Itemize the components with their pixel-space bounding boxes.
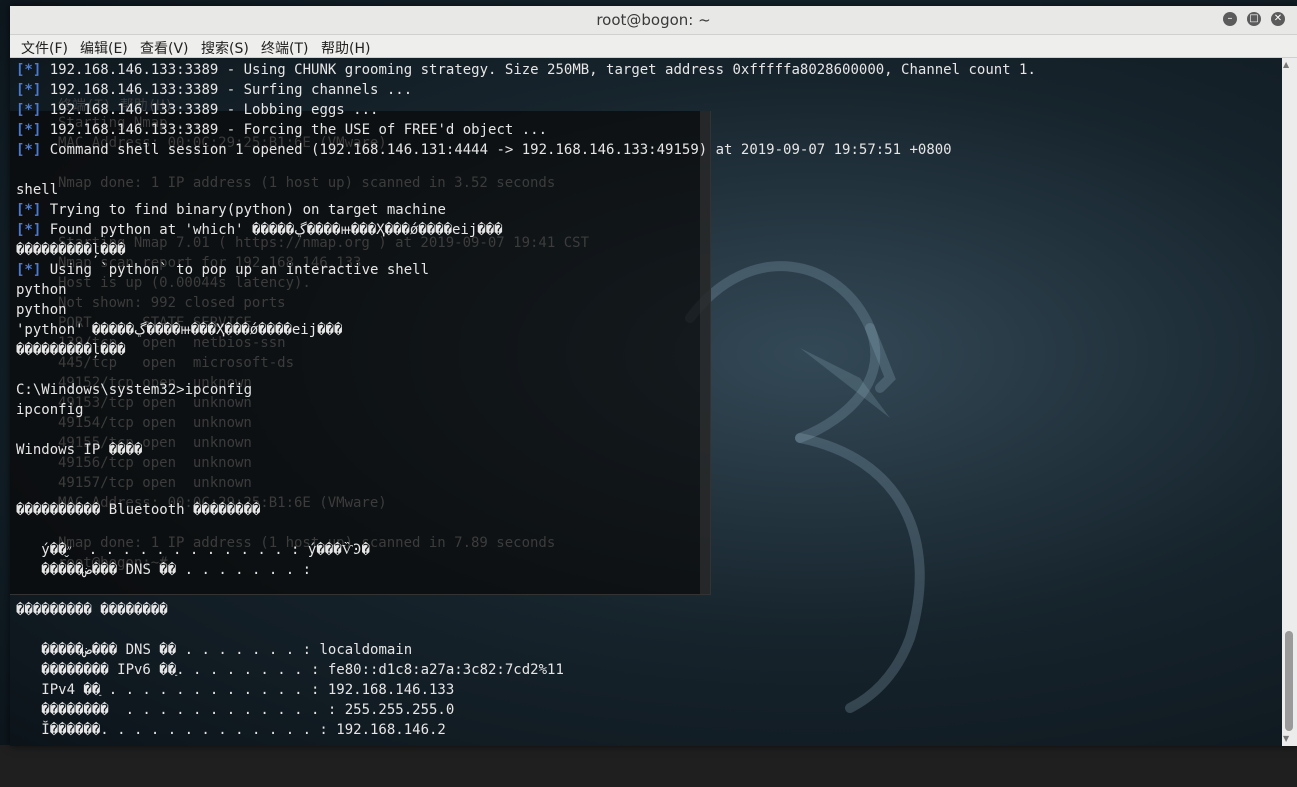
terminal-line: [*] Command shell session 1 opened (192.… xyxy=(16,140,952,160)
terminal-line-text: �������� . . . . . . . . . . . . : 255.2… xyxy=(16,702,454,718)
terminal-line: �������� IPv6 ��ַ. . . . . . . . : fe80:… xyxy=(16,660,564,680)
terminal-line-text: Ĭ������. . . . . . . . . . . . . : 192.1… xyxy=(16,722,446,738)
terminal-line-text: ���������ļ��� xyxy=(16,342,126,358)
terminal-line-text: 192.168.146.133:3389 - Lobbing eggs ... xyxy=(50,102,379,118)
terminal-output[interactable]: 终端(T) 帮助(H) Starting Nmap ... MAC Address:… xyxy=(10,58,1282,746)
terminal-line-text: shell xyxy=(16,182,58,198)
terminal-line-text: 192.168.146.133:3389 - Using CHUNK groom… xyxy=(50,62,1036,78)
terminal-line: ipconfig xyxy=(16,400,83,420)
terminal-line-text: C:\Windows\system32>ipconfig xyxy=(16,382,252,398)
window-title: root@bogon: ~ xyxy=(10,11,1297,29)
desktop-bottom-bar xyxy=(0,745,1297,787)
terminal-line-text: 'python' �����ڲ����ⲿ���Ҳ���ǿ����еij��� xyxy=(16,322,342,338)
terminal-line: C:\Windows\system32>ipconfig xyxy=(16,380,252,400)
terminal-line: [*] 192.168.146.133:3389 - Lobbing eggs … xyxy=(16,100,378,120)
terminal-line: ý��״̬ . . . . . . . . . . . . : ý���ѶϿ� xyxy=(16,540,370,560)
terminal-line-text: ý��״̬ . . . . . . . . . . . . : ý���ѶϿ� xyxy=(16,542,370,558)
terminal-line-text: python xyxy=(16,282,67,298)
status-tag: [*] xyxy=(16,262,41,278)
terminal-line: shell xyxy=(16,180,58,200)
background-line: Nmap done: 1 IP address (1 host up) scan… xyxy=(58,175,555,191)
terminal-line-text: Windows IP ���� xyxy=(16,442,142,458)
scrollbar-thumb[interactable] xyxy=(1285,631,1293,731)
terminal-line: python xyxy=(16,280,67,300)
terminal-line-text: Trying to find binary(python) on target … xyxy=(50,202,446,218)
status-tag: [*] xyxy=(16,222,41,238)
terminal-line-text: ipconfig xyxy=(16,402,83,418)
terminal-line: Ĭ������. . . . . . . . . . . . . : 192.1… xyxy=(16,720,446,740)
menu-view[interactable]: 查看(V) xyxy=(140,38,189,58)
terminal-line-text: �����ض��� DNS ��׺ . . . . . . . : xyxy=(16,562,311,578)
terminal-line: ��������� �������� xyxy=(16,600,168,620)
scroll-down-arrow-icon[interactable]: ▼ xyxy=(1283,734,1289,743)
title-bar[interactable]: root@bogon: ~ – □ ✕ xyxy=(10,6,1297,35)
close-icon[interactable]: ✕ xyxy=(1271,12,1285,26)
terminal-line: python xyxy=(16,300,67,320)
status-tag: [*] xyxy=(16,102,41,118)
terminal-line: [*] 192.168.146.133:3389 - Using CHUNK g… xyxy=(16,60,1036,80)
status-tag: [*] xyxy=(16,122,41,138)
terminal-line-text: ���������� Bluetooth �������� xyxy=(16,502,260,518)
scroll-up-arrow-icon[interactable]: ▲ xyxy=(1283,60,1289,69)
status-tag: [*] xyxy=(16,202,41,218)
terminal-line-text: �����ض��� DNS ��׺ . . . . . . . : locald… xyxy=(16,642,412,658)
menu-help[interactable]: 帮助(H) xyxy=(321,38,370,58)
terminal-line: [*] Found python at 'which' �����ڲ����ⲿ�… xyxy=(16,220,503,240)
terminal-line: �����ض��� DNS ��׺ . . . . . . . : xyxy=(16,560,311,580)
terminal-line-text: Command shell session 1 opened (192.168.… xyxy=(50,142,952,158)
terminal-line-text: ��������� �������� xyxy=(16,602,168,618)
terminal-line: [*] 192.168.146.133:3389 - Forcing the U… xyxy=(16,120,547,140)
background-line: 49154/tcp open unknown xyxy=(58,415,252,431)
menu-search[interactable]: 搜索(S) xyxy=(201,38,249,58)
terminal-line: �������� . . . . . . . . . . . . : 255.2… xyxy=(16,700,454,720)
terminal-line: [*] Using `python` to pop up an interact… xyxy=(16,260,429,280)
terminal-line-text: Using `python` to pop up an interactive … xyxy=(50,262,429,278)
terminal-line: IPv4 ��ַ . . . . . . . . . . . . : 192.1… xyxy=(16,680,454,700)
menu-bar: 文件(F) 编辑(E) 查看(V) 搜索(S) 终端(T) 帮助(H) xyxy=(10,35,1297,58)
terminal-line: 'python' �����ڲ����ⲿ���Ҳ���ǿ����еij��� xyxy=(16,320,342,340)
menu-file[interactable]: 文件(F) xyxy=(21,38,68,58)
terminal-line-text: 192.168.146.133:3389 - Forcing the USE o… xyxy=(50,122,547,138)
terminal-line: [*] 192.168.146.133:3389 - Surfing chann… xyxy=(16,80,412,100)
background-line: Not shown: 992 closed ports xyxy=(58,295,286,311)
menu-edit[interactable]: 编辑(E) xyxy=(80,38,128,58)
terminal-line: ���������� Bluetooth �������� xyxy=(16,500,260,520)
terminal-line: ���������ļ��� xyxy=(16,240,126,260)
terminal-window[interactable]: root@bogon: ~ – □ ✕ 文件(F) 编辑(E) 查看(V) 搜索… xyxy=(10,6,1297,746)
terminal-line-text: IPv4 ��ַ . . . . . . . . . . . . : 192.1… xyxy=(16,682,454,698)
terminal-line-text: python xyxy=(16,302,67,318)
status-tag: [*] xyxy=(16,82,41,98)
minimize-icon[interactable]: – xyxy=(1223,12,1237,26)
terminal-line-text: �������� IPv6 ��ַ. . . . . . . . : fe80:… xyxy=(16,662,564,678)
terminal-line-text: ���������ļ��� xyxy=(16,242,126,258)
maximize-icon[interactable]: □ xyxy=(1247,12,1261,26)
status-tag: [*] xyxy=(16,62,41,78)
terminal-line-text: Found python at 'which' �����ڲ����ⲿ���Ҳ�… xyxy=(50,222,503,238)
status-tag: [*] xyxy=(16,142,41,158)
background-line: 49157/tcp open unknown xyxy=(58,475,252,491)
terminal-line: Windows IP ���� xyxy=(16,440,142,460)
terminal-line-text: 192.168.146.133:3389 - Surfing channels … xyxy=(50,82,412,98)
background-scrollbar xyxy=(700,111,710,594)
terminal-line: [*] Trying to find binary(python) on tar… xyxy=(16,200,446,220)
terminal-line: ���������ļ��� xyxy=(16,340,126,360)
menu-terminal[interactable]: 终端(T) xyxy=(261,38,308,58)
terminal-line: �����ض��� DNS ��׺ . . . . . . . : locald… xyxy=(16,640,412,660)
